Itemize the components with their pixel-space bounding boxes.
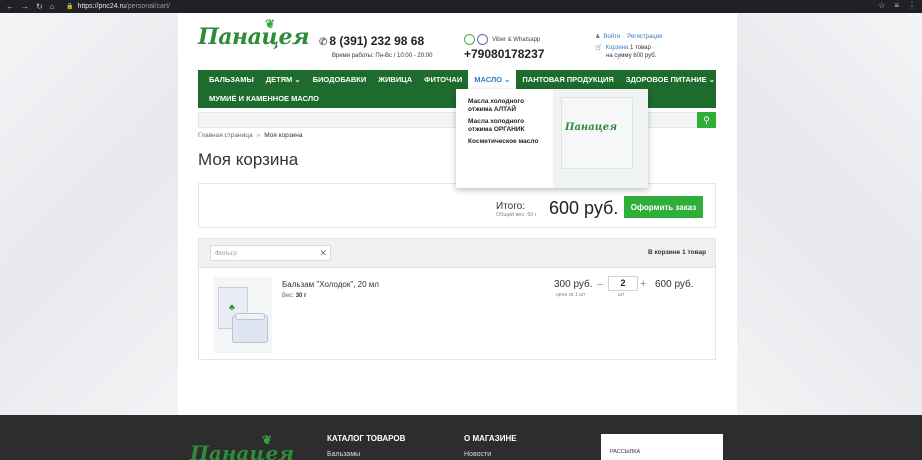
messenger-info: Viber & Whatsapp [464,34,540,45]
increase-quantity-button[interactable]: + [640,278,646,290]
forward-icon[interactable]: → [21,2,29,11]
footer-logo-text: Панацея [190,441,295,460]
dropdown-item-organic[interactable]: Масла холодного отжима ОРГАНИК [468,118,548,134]
breadcrumb: Главная страница» Моя корзина [198,132,303,139]
filter-placeholder: Фильтр [215,250,237,257]
menu-item-kids[interactable]: ДЕТЯМ ⌄ [260,70,307,89]
phone-icon: ✆ [319,37,328,48]
newsletter-box: РАССЫЛКА [601,434,723,460]
bookmark-star-icon[interactable]: ☆ [878,1,885,10]
product-name[interactable]: Бальзам "Холодок", 20 мл [282,280,379,289]
cart-count-summary: В корзине 1 товар [648,249,707,256]
back-icon[interactable]: ← [6,2,14,11]
leaf-icon: ❦ [262,433,273,447]
footer-catalog-title: КАТАЛОГ ТОВАРОВ [327,434,406,443]
url-path: /personal/cart/ [125,3,171,10]
total-weight: Общий вес: 60 г [496,212,538,218]
breadcrumb-home[interactable]: Главная страница [198,132,253,139]
main-menu-row-1: БАЛЬЗАМЫ ДЕТЯМ ⌄ БИОДОБАВКИ ЖИВИЦА ФИТОЧ… [203,70,721,89]
unit-price-label: цена за 1 шт [556,292,586,298]
footer-logo[interactable]: Панацея ❦ [190,433,295,460]
menu-item-healthy-food[interactable]: ЗДОРОВОЕ ПИТАНИЕ ⌄ [620,70,721,89]
footer-link-balsams[interactable]: Бальзамы [327,451,360,458]
cart-count: 1 товар [630,45,651,51]
logo-text: Панацея [198,24,310,50]
leaf-icon: ❦ [265,17,275,31]
menu-item-antler[interactable]: ПАНТОВАЯ ПРОДУКЦИЯ [516,70,619,89]
menu-item-oil[interactable]: МАСЛО ⌄ [468,70,517,89]
oil-dropdown: Масла холодного отжима АЛТАЙ Масла холод… [456,89,648,188]
line-total: 600 руб. [655,279,694,290]
dropdown-image-panel: Панацея [553,89,648,188]
breadcrumb-current: Моя корзина [264,132,303,139]
register-link[interactable]: Регистрация [627,34,662,40]
header-cart: 🛒 Корзина 1 товар на сумму 600 руб. [595,44,656,60]
footer-about-title: О МАГАЗИНЕ [464,434,517,443]
page-title: Моя корзина [198,150,299,169]
total-price: 600 руб. [549,198,619,218]
menu-item-herbal-tea[interactable]: ФИТОЧАИ [418,70,468,89]
cart-icon: 🛒 [595,45,603,51]
phone-text: 8 (391) 232 98 68 [329,34,425,48]
weight-value: 30 г [295,293,307,299]
page-background-right [737,13,922,415]
weight-label: Вес [282,293,293,299]
viber-icon [477,34,488,45]
menu-item-balsams[interactable]: БАЛЬЗАМЫ [203,70,260,89]
quantity-unit-label: шт [618,292,625,298]
browser-toolbar: ← → ↻ ⌂ 🔒 https://pnc24.ru/personal/cart… [0,0,922,13]
page-background-left [0,13,178,415]
cart-sum: на сумму 600 руб. [606,53,657,59]
user-icon: ♟ [595,34,601,40]
whatsapp-icon [464,34,475,45]
product-image[interactable]: ♣ [214,277,272,353]
search-icon: ⚲ [703,114,710,125]
account-links: ♟ Войти Регистрация [595,33,669,40]
product-jar [232,313,268,343]
site-logo[interactable]: Панацея ❦ [198,17,310,50]
reload-icon[interactable]: ↻ [36,2,43,11]
unit-price: 300 руб. [554,279,593,290]
leaf-icon: ♣ [229,302,235,312]
extensions-icon[interactable]: ≡ [894,1,899,10]
quantity-input[interactable]: 2 [608,276,638,291]
lock-icon: 🔒 [66,4,74,10]
site-footer: Панацея ❦ КАТАЛОГ ТОВАРОВ Бальзамы О МАГА… [0,415,922,460]
filter-input[interactable]: Фильтр ✕ [210,245,331,261]
url-host: https://pnc24.ru [77,3,126,10]
address-bar[interactable]: https://pnc24.ru/personal/cart/ [77,3,170,10]
menu-item-supplements[interactable]: БИОДОБАВКИ [307,70,373,89]
cart-link[interactable]: Корзина [605,45,628,51]
total-label: Итого: [496,201,525,212]
login-link[interactable]: Войти [603,34,620,40]
dropdown-logo: Панацея [565,122,618,133]
menu-dots-icon[interactable]: ⋮ [908,1,916,10]
search-button[interactable]: ⚲ [697,112,716,128]
checkout-button[interactable]: Оформить заказ [624,196,703,218]
footer-link-news[interactable]: Новости [464,451,491,458]
breadcrumb-separator: » [256,132,261,139]
newsletter-title: РАССЫЛКА [610,449,641,455]
menu-item-resin[interactable]: ЖИВИЦА [372,70,418,89]
messenger-label: Viber & Whatsapp [492,36,541,43]
home-icon[interactable]: ⌂ [50,2,55,11]
decrease-quantity-button[interactable]: − [597,279,603,291]
dropdown-list: Масла холодного отжима АЛТАЙ Масла холод… [468,98,548,150]
dropdown-item-altai[interactable]: Масла холодного отжима АЛТАЙ [468,98,548,114]
main-menu-row-2: МУМИЁ И КАМЕННОЕ МАСЛО [203,89,325,108]
phone-number[interactable]: ✆ 8 (391) 232 98 68 [319,34,424,48]
jar-cap [235,313,265,320]
working-hours: Время работы: Пн-Вс / 10:00 - 20:00 [332,53,433,59]
dropdown-item-cosmetic[interactable]: Косметическое масло [468,138,548,146]
dropdown-image [561,97,633,169]
clear-filter-icon[interactable]: ✕ [319,248,327,259]
menu-item-mumiyo[interactable]: МУМИЁ И КАМЕННОЕ МАСЛО [203,89,325,108]
product-weight: Вес: 30 г [282,293,307,299]
mobile-number[interactable]: +79080178237 [464,47,544,61]
